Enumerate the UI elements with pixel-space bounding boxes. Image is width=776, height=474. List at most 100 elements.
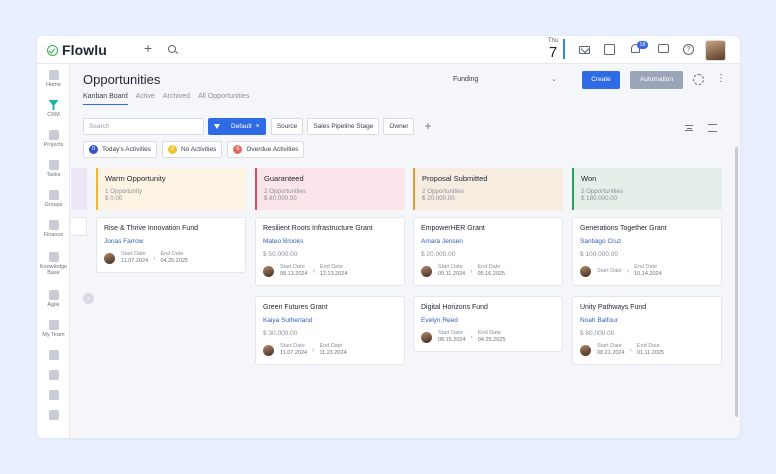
owner-avatar[interactable]	[421, 265, 432, 277]
tab-kanban-board[interactable]: Kanban Board	[83, 93, 128, 105]
activity-count-badge: 6	[233, 145, 243, 154]
contact-link[interactable]: Kaiya Sutherland	[263, 317, 397, 324]
calendar-date[interactable]: Thu 7	[542, 38, 564, 60]
column-header[interactable]: Warm Opportunity 1 Opportunity $ 0,00	[96, 168, 246, 210]
user-avatar[interactable]	[705, 40, 726, 61]
stage-filter[interactable]: Sales Pipeline Stage	[307, 118, 380, 135]
activity-filter-chip[interactable]: 6 Overdue Activities	[227, 141, 305, 158]
create-button[interactable]: Create	[582, 71, 620, 89]
mail-icon[interactable]	[579, 46, 590, 54]
sidebar-item[interactable]	[37, 350, 70, 362]
chat-icon[interactable]	[658, 44, 669, 53]
opportunity-name[interactable]: Digital Horizons Fund	[421, 304, 555, 311]
sidebar-item-label: My Team	[42, 332, 65, 338]
close-icon[interactable]: ×	[256, 123, 260, 130]
owner-avatar[interactable]	[421, 331, 432, 343]
start-date-block: Start Date	[597, 268, 622, 275]
chevron-right-icon: ›	[470, 267, 473, 275]
owner-filter[interactable]: Owner	[383, 118, 415, 135]
sidebar-item-label: Home	[46, 82, 61, 88]
column-total: $ 80,000.00	[264, 195, 297, 202]
opportunity-name[interactable]: Rise & Thrive Innovation Fund	[104, 225, 238, 232]
owner-avatar[interactable]	[263, 265, 274, 277]
source-filter[interactable]: Source	[270, 118, 304, 135]
opportunity-card[interactable]: Rise & Thrive Innovation Fund Jonas Farro…	[96, 217, 246, 273]
sort-icon[interactable]	[685, 125, 693, 131]
end-date: 04.25.2025	[477, 337, 506, 343]
end-date: 10.14.2024	[634, 271, 662, 277]
opportunity-name[interactable]: Unity Pathways Fund	[580, 304, 714, 311]
knowledge-base-icon	[48, 252, 59, 262]
add-icon[interactable]: +	[144, 41, 152, 55]
opportunity-name[interactable]: Generations Together Grant	[580, 225, 714, 232]
top-bar: Flowlu + Thu 7 18 ?	[37, 36, 740, 64]
start-date: 09.11.2024	[438, 271, 466, 277]
activity-label: Overdue Activities	[246, 146, 299, 153]
contact-link[interactable]: Santiago Cruz	[580, 238, 714, 245]
start-date: 11.07.2024	[121, 258, 149, 264]
help-icon[interactable]: ?	[683, 44, 694, 55]
owner-avatar[interactable]	[263, 344, 274, 356]
end-date: 11.23.2024	[319, 350, 347, 356]
column-header[interactable]: Proposal Submitted 2 Opportunities $ 20,00…	[413, 168, 563, 210]
sidebar-item[interactable]: Finance	[37, 220, 70, 238]
document-icon[interactable]	[604, 44, 615, 55]
opportunity-card[interactable]: Digital Horizons Fund Evelyn Reed Start Da…	[413, 296, 563, 352]
tab-archived[interactable]: Archived	[163, 93, 190, 105]
vertical-scrollbar[interactable]	[735, 147, 738, 417]
end-date-label: End Date	[319, 343, 343, 349]
search-input[interactable]: Search	[83, 118, 204, 135]
logo[interactable]: Flowlu	[47, 42, 107, 58]
filter-funnel-icon	[214, 123, 220, 130]
sidebar-item[interactable]: Groups	[37, 190, 70, 208]
contact-link[interactable]: Mateo Brooks	[263, 238, 397, 245]
sidebar-item[interactable]: Agile	[37, 290, 70, 308]
sidebar-item[interactable]: Knowledge Base	[37, 252, 70, 276]
opportunity-name[interactable]: EmpowerHER Grant	[421, 225, 555, 232]
contact-link[interactable]: Amara Jensen	[421, 238, 555, 245]
card-dates: Start Date 11.07.2024 › End Date 11.23.2024	[263, 343, 397, 357]
opportunity-card[interactable]: EmpowerHER Grant Amara Jensen $ 20,000.00 S…	[413, 217, 563, 286]
sidebar-item[interactable]: Home	[37, 70, 70, 88]
sidebar-item[interactable]	[37, 410, 70, 422]
sidebar-item[interactable]	[37, 390, 70, 402]
opportunity-card[interactable]: Unity Pathways Fund Noah Balfour $ 80,000.…	[572, 296, 722, 365]
start-date-label: Start Date	[121, 251, 146, 257]
tab-active[interactable]: Active	[136, 93, 155, 105]
opportunity-card[interactable]: Generations Together Grant Santiago Cruz $…	[572, 217, 722, 286]
activity-filter-chip[interactable]: 0 Today's Activities	[83, 141, 157, 158]
opportunity-card[interactable]: Green Futures Grant Kaiya Sutherland $ 30,…	[255, 296, 405, 365]
contact-link[interactable]: Jonas Farrow	[104, 238, 238, 245]
sidebar-item[interactable]: CRM	[37, 100, 70, 118]
contact-link[interactable]: Evelyn Reed	[421, 317, 555, 324]
scroll-left-icon[interactable]: ‹	[83, 293, 94, 304]
end-date-label: End Date	[477, 264, 501, 270]
opportunity-name[interactable]: Green Futures Grant	[263, 304, 397, 311]
gear-icon[interactable]	[693, 74, 704, 85]
search-icon[interactable]	[168, 45, 176, 53]
sidebar-item[interactable]: Tasks	[37, 160, 70, 178]
more-options-icon[interactable]: ⋮	[716, 74, 726, 84]
chevron-down-icon[interactable]: ⌄	[551, 75, 557, 83]
settings-sliders-icon[interactable]	[708, 124, 717, 132]
opportunity-card[interactable]: Resilient Roots Infrastructure Grant Mate…	[255, 217, 405, 286]
activity-filter-chip[interactable]: 2 No Activities	[161, 141, 223, 158]
card-dates: Start Date 08.13.2024 › End Date 12.13.2024	[263, 264, 397, 278]
sidebar-item[interactable]: Projects	[37, 130, 70, 148]
owner-avatar[interactable]	[104, 252, 115, 264]
contact-link[interactable]: Noah Balfour	[580, 317, 714, 324]
automation-button[interactable]: Automation	[630, 71, 683, 89]
pipeline-select[interactable]: Funding	[453, 76, 478, 83]
opportunity-name[interactable]: Resilient Roots Infrastructure Grant	[263, 225, 397, 232]
sidebar-item[interactable]: My Team	[37, 320, 70, 338]
column-header[interactable]: Won 2 Opportunities $ 180,000.00	[572, 168, 722, 210]
column-count: 2 Opportunities	[581, 188, 623, 195]
sidebar-item-label: CRM	[47, 112, 60, 118]
owner-avatar[interactable]	[580, 344, 591, 356]
add-filter-icon[interactable]: +	[424, 118, 431, 136]
owner-avatar[interactable]	[580, 265, 591, 277]
default-filter-chip[interactable]: Default ×	[208, 118, 266, 135]
tab-all-opportunities[interactable]: All Opportunities	[198, 93, 249, 105]
sidebar-item[interactable]	[37, 370, 70, 382]
column-header[interactable]: Guaranteed 2 Opportunities $ 80,000.00	[255, 168, 405, 210]
